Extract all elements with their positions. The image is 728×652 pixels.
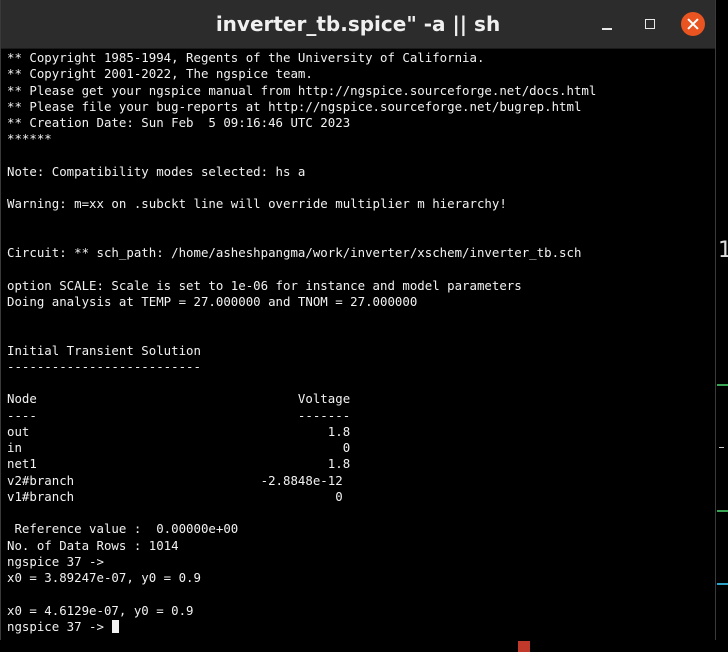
terminal-line: ** Please get your ngspice manual from h… [7,82,597,98]
title-bar[interactable]: inverter_tb.spice" -a || sh [1,0,715,49]
terminal-window: inverter_tb.spice" -a || sh ** Copyright… [0,0,716,640]
terminal-line: net1 1.8 [7,456,351,472]
background-window-edge [717,583,728,585]
terminal-line: ngspice 37 -> [7,553,104,569]
background-window-edge [717,510,728,512]
terminal-output[interactable]: ** Copyright 1985-1994, Regents of the U… [7,50,711,638]
text-cursor [112,619,120,633]
background-window-edge [719,447,724,448]
background-window-edge [717,384,728,386]
terminal-line: v1#branch 0 [7,488,343,504]
terminal-line: No. of Data Rows : 1014 [7,537,179,553]
command-prompt: ngspice 37 -> [7,618,112,634]
terminal-line: option SCALE: Scale is set to 1e-06 for … [7,277,522,293]
terminal-line: Note: Compatibility modes selected: hs a [7,163,306,179]
maximize-icon[interactable] [638,12,662,36]
terminal-line: in 0 [7,440,351,455]
terminal-line: out 1.8 [7,423,351,439]
output-lines: ** Copyright 1985-1994, Regents of the U… [7,50,711,619]
terminal-line: x0 = 4.6129e-07, y0 = 0.9 [7,602,194,618]
minimize-icon[interactable] [595,12,619,36]
terminal-line: Doing analysis at TEMP = 27.000000 and T… [7,293,418,309]
background-window-marker [518,641,530,652]
terminal-line: v2#branch -2.8848e-12 [7,472,343,488]
terminal-line: Warning: m=xx on .subckt line will overr… [7,196,507,212]
terminal-line: ****** [7,131,52,147]
close-icon[interactable] [681,12,705,36]
terminal-line: Node Voltage [7,391,351,407]
terminal-line: x0 = 3.89247e-07, y0 = 0.9 [7,570,201,585]
terminal-line: ** Creation Date: Sun Feb 5 09:16:46 UTC… [7,115,351,130]
background-window-glyph: 1 [718,238,728,263]
terminal-line: ** Copyright 2001-2022, The ngspice team… [7,66,313,82]
terminal-line: Circuit: ** sch_path: /home/asheshpangma… [7,245,582,260]
terminal-line: Reference value : 0.00000e+00 [7,521,239,537]
terminal-line: -------------------------- [7,358,201,374]
command-prompt-line[interactable]: ngspice 37 -> [7,619,711,635]
terminal-line: ** Copyright 1985-1994, Regents of the U… [7,50,485,65]
terminal-line: ** Please file your bug-reports at http:… [7,98,582,114]
terminal-line: ---- ------- [7,407,351,423]
terminal-line: Initial Transient Solution [7,342,201,358]
